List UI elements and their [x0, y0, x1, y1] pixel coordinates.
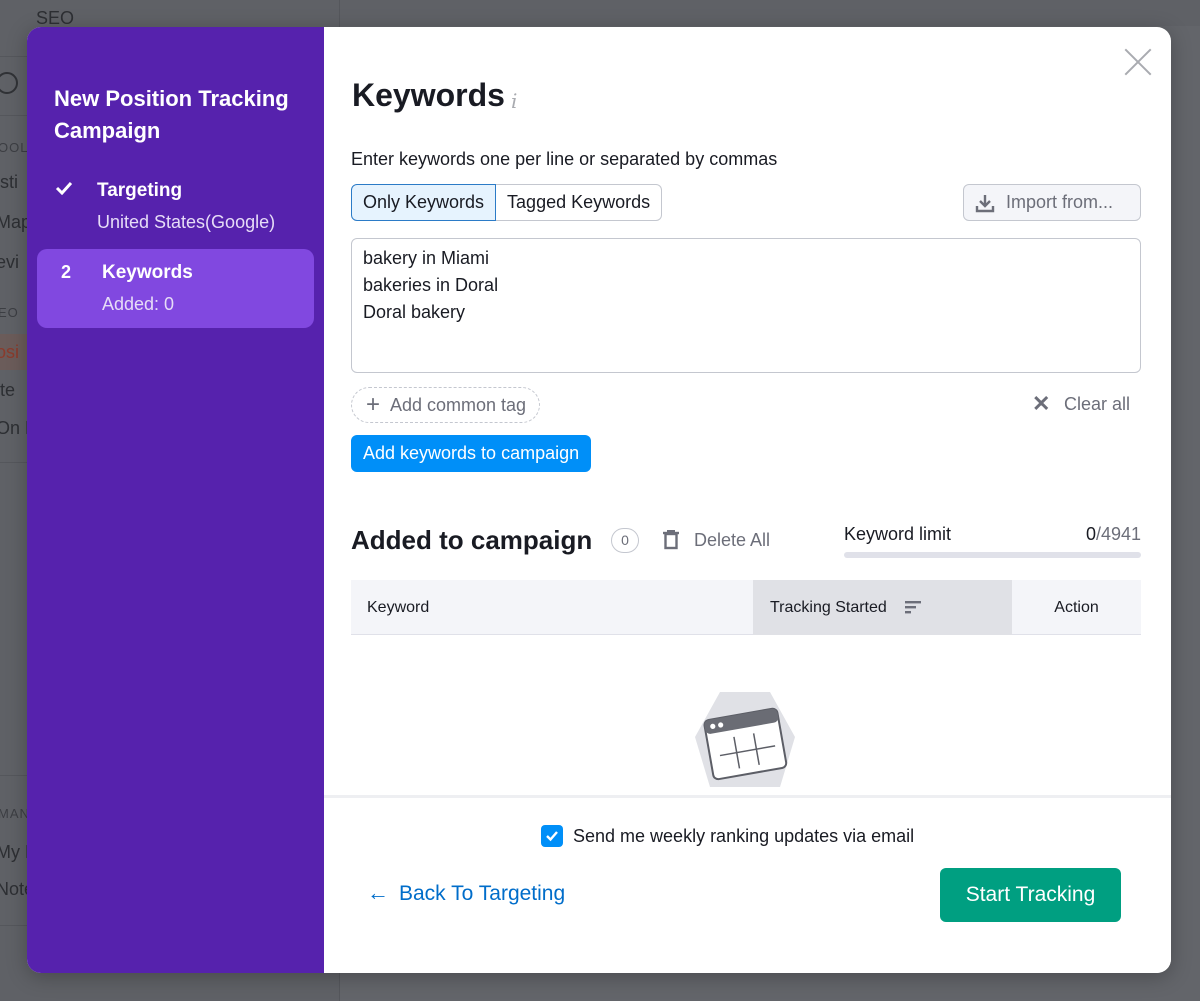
delete-all-button[interactable]: Delete All [662, 530, 770, 551]
clear-all-label: Clear all [1063, 394, 1130, 414]
page-title: Keywords [352, 77, 505, 113]
added-count-badge: 0 [611, 528, 639, 553]
tab-tagged-keywords[interactable]: Tagged Keywords [496, 184, 663, 221]
keywords-input[interactable] [351, 238, 1141, 373]
close-x-icon: ✕ [1031, 391, 1051, 416]
keywords-table-header: Keyword Tracking Started Action [351, 580, 1141, 635]
column-tracking-started-label: Tracking Started [770, 599, 887, 616]
keyword-limit-label: Keyword limit [844, 524, 952, 544]
start-tracking-button[interactable]: Start Tracking [940, 868, 1121, 922]
step-subtitle: Added: 0 [102, 294, 175, 314]
tab-only-keywords[interactable]: Only Keywords [351, 184, 497, 221]
step-name: Keywords [102, 262, 193, 283]
background-sidebar-item: ite [0, 380, 16, 400]
keyword-mode-toggle: Only Keywords Tagged Keywords [351, 184, 663, 221]
plus-icon: + [366, 391, 381, 418]
download-icon [975, 195, 995, 213]
keyword-limit-value: 0/4941 [1086, 524, 1141, 545]
background-sidebar-item: evi [0, 252, 20, 272]
email-updates-label[interactable]: Send me weekly ranking updates via email [573, 826, 914, 847]
column-keyword[interactable]: Keyword [367, 580, 429, 635]
background-section-label: EO [0, 305, 19, 320]
empty-table-illustration [695, 692, 795, 787]
wizard-steps-panel: New Position Tracking Campaign Targeting… [27, 27, 324, 973]
back-to-targeting-link[interactable]: ← Back To Targeting [367, 880, 566, 906]
modal-footer: Send me weekly ranking updates via email… [324, 795, 1171, 973]
check-icon [55, 179, 73, 200]
background-sidebar-item: SEO [36, 8, 75, 28]
add-common-tag-button[interactable]: + Add common tag [351, 387, 541, 423]
keyword-limit-total: /4941 [1095, 524, 1141, 544]
step-subtitle: United States(Google) [97, 212, 276, 232]
arrow-left-icon: ← [367, 880, 389, 905]
added-section-title: Added to campaign [351, 525, 593, 555]
background-section-label: OOL [0, 140, 29, 155]
import-from-button[interactable]: Import from... [963, 184, 1141, 221]
new-campaign-modal: New Position Tracking Campaign Targeting… [27, 27, 1171, 973]
location-icon [0, 72, 18, 94]
add-tag-label: Add common tag [390, 395, 527, 415]
step-targeting[interactable]: Targeting United States(Google) [37, 173, 314, 243]
add-keywords-button[interactable]: Add keywords to campaign [351, 435, 592, 472]
sort-icon [905, 601, 921, 614]
background-sidebar-item: isti [0, 172, 18, 192]
trash-icon [663, 530, 679, 550]
checkmark-icon [546, 831, 558, 842]
keyword-limit-used: 0 [1085, 524, 1096, 544]
column-tracking-started[interactable]: Tracking Started [753, 580, 1012, 635]
import-label: Import from... [1006, 192, 1114, 212]
step-name: Targeting [97, 180, 183, 201]
delete-all-label: Delete All [694, 530, 771, 550]
keyword-limit-progress [844, 552, 1141, 558]
back-label: Back To Targeting [399, 882, 566, 905]
wizard-title: New Position Tracking Campaign [54, 86, 289, 143]
column-action: Action [1054, 599, 1099, 616]
step-keywords[interactable]: 2 Keywords Added: 0 [37, 249, 314, 328]
background-section-label: MAN [0, 806, 30, 821]
close-icon[interactable] [1123, 47, 1153, 77]
clear-all-button[interactable]: ✕ Clear all [1031, 391, 1130, 416]
keywords-hint: Enter keywords one per line or separated… [351, 149, 778, 169]
email-updates-checkbox[interactable] [541, 825, 563, 847]
info-icon[interactable]: i [511, 89, 517, 113]
keywords-step-content: Keywords i Enter keywords one per line o… [324, 27, 1171, 795]
step-number: 2 [61, 262, 72, 282]
background-topbar [340, 0, 1200, 26]
